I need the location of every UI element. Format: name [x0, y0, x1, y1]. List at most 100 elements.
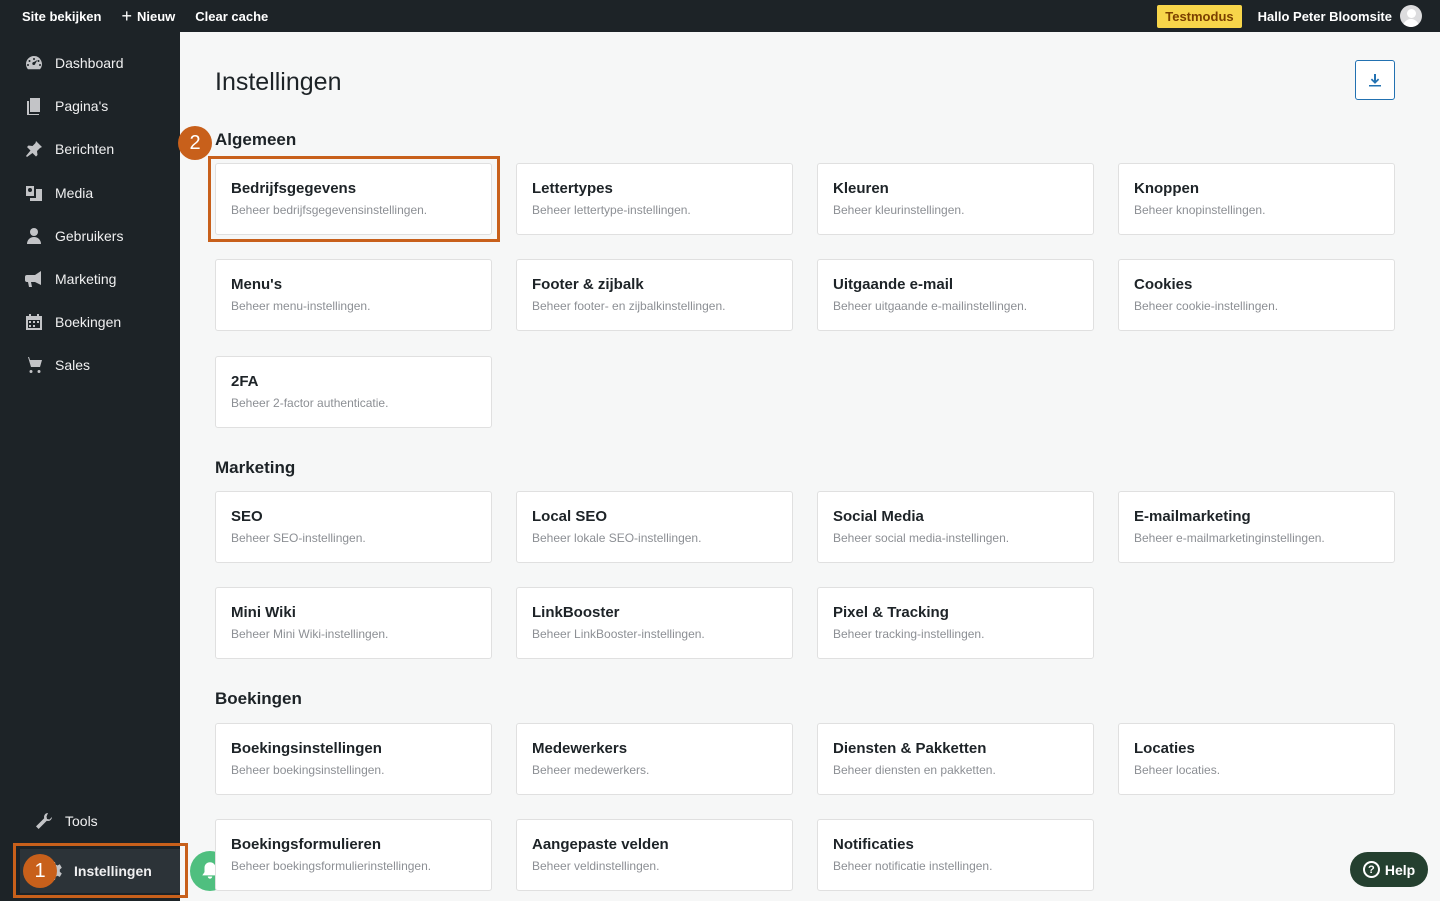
- card-title: Social Media: [833, 508, 924, 525]
- card-title: Bedrijfsgegevens: [231, 180, 357, 197]
- new-menu[interactable]: + Nieuw: [111, 0, 185, 32]
- sidebar-item-sales[interactable]: Sales: [0, 347, 180, 383]
- card-description: Beheer knopinstellingen.: [1134, 203, 1266, 217]
- card-description: Beheer kleurinstellingen.: [833, 203, 965, 217]
- card-description: Beheer footer- en zijbalkinstellingen.: [532, 299, 726, 313]
- card-description: Beheer tracking-instellingen.: [833, 627, 985, 641]
- card-title: Knoppen: [1134, 180, 1199, 197]
- card-fonts[interactable]: Lettertypes Beheer lettertype-instellinge…: [516, 163, 793, 235]
- sidebar-item-label: Instellingen: [74, 863, 152, 879]
- card-description: Beheer boekingsformulierinstellingen.: [231, 859, 432, 873]
- card-booking-settings[interactable]: Boekingsinstellingen Beheer boekingsinste…: [215, 723, 492, 795]
- card-menus[interactable]: Menu's Beheer menu-instellingen.: [215, 259, 492, 331]
- card-title: Cookies: [1134, 276, 1193, 293]
- card-seo[interactable]: SEO Beheer SEO-instellingen.: [215, 491, 492, 563]
- wrench-icon: [33, 810, 55, 832]
- card-description: Beheer SEO-instellingen.: [231, 531, 366, 545]
- card-description: Beheer veldinstellingen.: [532, 859, 660, 873]
- sidebar-item-label: Dashboard: [55, 55, 124, 71]
- view-site-link[interactable]: Site bekijken: [0, 0, 111, 32]
- card-description: Beheer uitgaande e-mailinstellingen.: [833, 299, 1028, 313]
- card-linkbooster[interactable]: LinkBooster Beheer LinkBooster-instelling…: [516, 587, 793, 659]
- card-locations[interactable]: Locaties Beheer locaties.: [1118, 723, 1395, 795]
- card-description: Beheer LinkBooster-instellingen.: [532, 627, 705, 641]
- card-title: Locaties: [1134, 740, 1195, 757]
- sidebar-item-marketing[interactable]: Marketing: [0, 261, 180, 297]
- plus-icon: +: [121, 6, 132, 26]
- card-description: Beheer notificatie instellingen.: [833, 859, 993, 873]
- card-notifications[interactable]: Notificaties Beheer notificatie instellin…: [817, 819, 1094, 891]
- sidebar-item-label: Berichten: [55, 141, 115, 157]
- sidebar-item-pages[interactable]: Pagina's: [0, 88, 180, 124]
- card-custom-fields[interactable]: Aangepaste velden Beheer veldinstellingen…: [516, 819, 793, 891]
- user-account-menu[interactable]: Hallo Peter Bloomsite: [1258, 5, 1440, 27]
- sidebar-item-users[interactable]: Gebruikers: [0, 218, 180, 254]
- card-cookies[interactable]: Cookies Beheer cookie-instellingen.: [1118, 259, 1395, 331]
- card-local-seo[interactable]: Local SEO Beheer lokale SEO-instellingen.: [516, 491, 793, 563]
- card-title: Menu's: [231, 276, 283, 293]
- card-title: 2FA: [231, 373, 259, 390]
- section-title-bookings: Boekingen: [215, 689, 302, 708]
- megaphone-icon: [23, 268, 45, 290]
- sidebar-item-dashboard[interactable]: Dashboard: [0, 45, 180, 81]
- card-outgoing-email[interactable]: Uitgaande e-mail Beheer uitgaande e-maili…: [817, 259, 1094, 331]
- card-pixel-tracking[interactable]: Pixel & Tracking Beheer tracking-instelli…: [817, 587, 1094, 659]
- card-description: Beheer medewerkers.: [532, 763, 650, 777]
- sidebar-item-tools[interactable]: Tools: [0, 803, 180, 839]
- card-description: Beheer cookie-instellingen.: [1134, 299, 1279, 313]
- sidebar-item-posts[interactable]: Berichten: [0, 131, 180, 167]
- card-title: Aangepaste velden: [532, 836, 669, 853]
- card-2fa[interactable]: 2FA Beheer 2-factor authenticatie.: [215, 356, 492, 428]
- sidebar-item-label: Media: [55, 185, 94, 201]
- card-title: Local SEO: [532, 508, 608, 525]
- card-title: Boekingsinstellingen: [231, 740, 382, 757]
- card-title: Medewerkers: [532, 740, 628, 757]
- card-title: SEO: [231, 508, 263, 525]
- sidebar-item-label: Gebruikers: [55, 228, 124, 244]
- cart-icon: [23, 354, 45, 376]
- card-description: Beheer boekingsinstellingen.: [231, 763, 385, 777]
- sidebar-item-label: Sales: [55, 357, 91, 373]
- sidebar-item-media[interactable]: Media: [0, 175, 180, 211]
- testmode-badge[interactable]: Testmodus: [1157, 4, 1242, 28]
- pages-icon: [23, 95, 45, 117]
- card-social-media[interactable]: Social Media Beheer social media-instelli…: [817, 491, 1094, 563]
- card-colors[interactable]: Kleuren Beheer kleurinstellingen.: [817, 163, 1094, 235]
- media-icon: [23, 182, 45, 204]
- annotation-step-2: 2: [178, 126, 212, 160]
- card-title: Uitgaande e-mail: [833, 276, 954, 293]
- card-footer-sidebar[interactable]: Footer & zijbalk Beheer footer- en zijbal…: [516, 259, 793, 331]
- card-description: Beheer menu-instellingen.: [231, 299, 371, 313]
- sidebar-item-label: Boekingen: [55, 314, 122, 330]
- card-email-marketing[interactable]: E-mailmarketing Beheer e-mailmarketingins…: [1118, 491, 1395, 563]
- sidebar-item-label: Pagina's: [55, 98, 109, 114]
- card-title: Kleuren: [833, 180, 889, 197]
- card-title: Boekingsformulieren: [231, 836, 382, 853]
- card-mini-wiki[interactable]: Mini Wiki Beheer Mini Wiki-instellingen.: [215, 587, 492, 659]
- page-title: Instellingen: [215, 68, 342, 96]
- clear-cache-link[interactable]: Clear cache: [185, 0, 278, 32]
- card-services-packages[interactable]: Diensten & Pakketten Beheer diensten en p…: [817, 723, 1094, 795]
- card-title: E-mailmarketing: [1134, 508, 1251, 525]
- card-description: Beheer locaties.: [1134, 763, 1221, 777]
- section-title-general: Algemeen: [215, 130, 297, 149]
- card-title: Lettertypes: [532, 180, 613, 197]
- sidebar-item-label: Tools: [65, 813, 98, 829]
- user-icon: [23, 225, 45, 247]
- card-title: Footer & zijbalk: [532, 276, 644, 293]
- card-title: Pixel & Tracking: [833, 604, 949, 621]
- section-title-marketing: Marketing: [215, 458, 296, 477]
- card-description: Beheer social media-instellingen.: [833, 531, 1010, 545]
- help-button[interactable]: ? Help: [1350, 852, 1428, 887]
- card-buttons[interactable]: Knoppen Beheer knopinstellingen.: [1118, 163, 1395, 235]
- card-company-details[interactable]: Bedrijfsgegevens Beheer bedrijfsgegevensi…: [215, 163, 492, 235]
- annotation-step-1: 1: [23, 854, 57, 888]
- card-employees[interactable]: Medewerkers Beheer medewerkers.: [516, 723, 793, 795]
- download-button[interactable]: [1355, 60, 1395, 100]
- card-description: Beheer lokale SEO-instellingen.: [532, 531, 702, 545]
- sidebar-item-bookings[interactable]: Boekingen: [0, 304, 180, 340]
- card-title: Notificaties: [833, 836, 914, 853]
- card-description: Beheer bedrijfsgegevensinstellingen.: [231, 203, 428, 217]
- card-booking-forms[interactable]: Boekingsformulieren Beheer boekingsformul…: [215, 819, 492, 891]
- admin-sidebar: Dashboard Pagina's Berichten Media Gebru…: [0, 32, 180, 901]
